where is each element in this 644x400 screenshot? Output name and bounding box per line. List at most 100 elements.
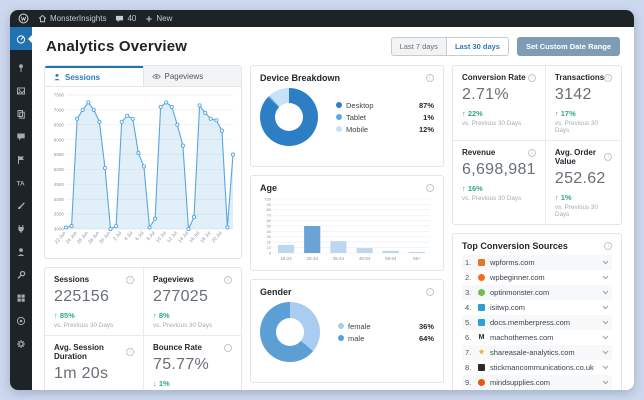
svg-text:4 Jul: 4 Jul bbox=[123, 230, 134, 242]
svg-text:TA: TA bbox=[17, 180, 25, 187]
source-row-isitwp.com[interactable]: 4. isitwp.com bbox=[462, 300, 612, 315]
chevron-down-icon[interactable] bbox=[602, 380, 609, 385]
last-7-days-button[interactable]: Last 7 days bbox=[391, 38, 446, 55]
legend-item-male: male 64% bbox=[338, 334, 434, 343]
info-icon[interactable]: i bbox=[426, 74, 434, 82]
sidebar-item-feedback[interactable] bbox=[10, 148, 32, 171]
sidebar-item-media[interactable] bbox=[10, 79, 32, 102]
legend-value: 87% bbox=[418, 100, 434, 110]
sidebar-item-settings[interactable] bbox=[10, 286, 32, 309]
info-icon[interactable]: i bbox=[426, 184, 434, 192]
stat-subtext: vs. Previous 30 Days bbox=[153, 322, 213, 329]
tab-sessions[interactable]: Sessions bbox=[45, 66, 143, 86]
chevron-down-icon[interactable] bbox=[602, 305, 609, 310]
feedback-icon bbox=[18, 155, 24, 164]
page-header: Analytics Overview Last 7 days Last 30 d… bbox=[46, 37, 620, 56]
info-icon[interactable]: i bbox=[224, 343, 232, 352]
dashboard-grid: Sessions Pageviews 3000 3500 4000 4500 5000 5… bbox=[44, 65, 623, 390]
chevron-down-icon[interactable] bbox=[602, 320, 609, 325]
device-breakdown-title: Device Breakdown bbox=[260, 73, 341, 83]
source-row-optinmonster.com[interactable]: 3. optinmonster.com bbox=[462, 285, 613, 300]
info-icon[interactable]: i bbox=[224, 275, 232, 284]
source-row-docs.memberpress.com[interactable]: 5. docs.memberpress.com bbox=[462, 315, 613, 330]
sidebar-item-users[interactable] bbox=[10, 240, 32, 263]
sidebar-item-comments[interactable] bbox=[10, 125, 32, 148]
sidebar-item-appearance[interactable] bbox=[10, 194, 32, 217]
last-30-days-button[interactable]: Last 30 days bbox=[445, 38, 508, 55]
info-icon[interactable]: i bbox=[604, 73, 613, 82]
chevron-down-icon[interactable] bbox=[602, 275, 609, 280]
site-menu[interactable]: MonsterInsights bbox=[38, 14, 106, 23]
svg-text:65+: 65+ bbox=[413, 256, 421, 261]
source-row-wpbeginner.com[interactable]: 2. wpbeginner.com bbox=[462, 270, 612, 285]
svg-text:55-64: 55-64 bbox=[385, 256, 397, 261]
sidebar-item-collapse[interactable] bbox=[10, 332, 32, 355]
stat-value: 225156 bbox=[54, 288, 110, 305]
source-row-stickmancommunications.co.uk[interactable]: 8. stickmancommunications.co.uk bbox=[462, 360, 612, 375]
desktop-background: { "admin_bar": { "site_name": "MonsterIn… bbox=[0, 0, 644, 400]
info-icon[interactable]: i bbox=[426, 288, 434, 296]
stat-value: 3142 bbox=[554, 86, 592, 103]
info-icon[interactable]: i bbox=[126, 348, 134, 356]
site-favicon bbox=[478, 304, 485, 311]
sidebar-item-monsterinsights[interactable] bbox=[10, 309, 32, 332]
person-icon bbox=[54, 73, 60, 81]
info-icon[interactable]: i bbox=[126, 275, 134, 284]
sidebar-item-tools[interactable] bbox=[10, 263, 32, 286]
chevron-down-icon[interactable] bbox=[602, 335, 609, 340]
stat-subtext: vs. Previous 30 Days bbox=[554, 120, 598, 134]
legend-value: 64% bbox=[418, 333, 434, 343]
stat-title: Bounce Rate bbox=[153, 343, 202, 352]
source-rank: 7. bbox=[465, 348, 472, 357]
svg-text:6000: 6000 bbox=[54, 137, 65, 142]
info-icon[interactable]: i bbox=[604, 153, 613, 161]
legend-label: Mobile bbox=[346, 124, 369, 134]
sessions-chart-card: Sessions Pageviews 3000 3500 4000 4500 5000 5… bbox=[44, 65, 242, 259]
source-rank: 9. bbox=[465, 378, 472, 387]
source-row-shareasale-analytics.com[interactable]: 7. ★ shareasale-analytics.com bbox=[462, 345, 613, 360]
chevron-down-icon[interactable] bbox=[602, 365, 609, 370]
comment-bubble-icon bbox=[116, 15, 124, 22]
sidebar-item-plugins[interactable] bbox=[10, 217, 32, 240]
legend-item-female: female 36% bbox=[338, 322, 434, 331]
source-rank: 3. bbox=[465, 288, 472, 297]
chevron-down-icon[interactable] bbox=[602, 260, 609, 265]
svg-text:40: 40 bbox=[267, 229, 272, 234]
gender-legend: female 36% male 64% bbox=[338, 319, 434, 346]
svg-text:7500: 7500 bbox=[54, 93, 65, 98]
source-row-wpforms.com[interactable]: 1. wpforms.com bbox=[462, 255, 613, 270]
svg-text:20 Jul: 20 Jul bbox=[211, 230, 224, 244]
stat-title: Pageviews bbox=[153, 275, 194, 284]
source-domain: stickmancommunications.co.uk bbox=[490, 363, 594, 372]
source-row-mindsupplies.com[interactable]: 9. mindsupplies.com bbox=[462, 375, 613, 390]
svg-text:0: 0 bbox=[269, 250, 272, 255]
sidebar-item-typography[interactable]: TA bbox=[10, 171, 32, 194]
info-icon[interactable]: i bbox=[527, 73, 536, 82]
legend-dot bbox=[336, 126, 342, 132]
comments-menu[interactable]: 40 bbox=[115, 14, 136, 23]
info-icon[interactable]: i bbox=[527, 148, 536, 157]
typography-icon: TA bbox=[17, 180, 25, 187]
legend-label: Desktop bbox=[346, 100, 374, 110]
info-icon[interactable]: i bbox=[604, 242, 613, 250]
site-name: MonsterInsights bbox=[50, 14, 107, 23]
sidebar-item-dashboard[interactable] bbox=[10, 27, 32, 50]
set-custom-date-range-button[interactable]: Set Custom Date Range bbox=[516, 37, 620, 56]
sidebar-item-pages[interactable] bbox=[10, 102, 32, 125]
column-right: Conversion Rate i 2.71% ↑ 22% vs. Previous 3… bbox=[452, 65, 623, 390]
eye-icon bbox=[151, 73, 161, 79]
chevron-down-icon[interactable] bbox=[602, 290, 609, 295]
new-content-menu[interactable]: New bbox=[145, 14, 172, 23]
legend-label: Tablet bbox=[346, 112, 367, 122]
sidebar-item-posts[interactable] bbox=[10, 56, 32, 79]
wordpress-logo-icon[interactable] bbox=[18, 13, 29, 24]
tab-pageviews[interactable]: Pageviews bbox=[142, 66, 241, 86]
svg-text:70: 70 bbox=[267, 213, 272, 218]
stat-title: Avg. Order Value bbox=[554, 148, 596, 166]
site-favicon bbox=[478, 319, 485, 326]
source-domain: wpforms.com bbox=[490, 258, 535, 267]
chevron-down-icon[interactable] bbox=[602, 350, 609, 355]
media-icon bbox=[17, 87, 25, 94]
source-row-machothemes.com[interactable]: 6. Mmachothemes.com bbox=[462, 330, 612, 345]
svg-text:90: 90 bbox=[267, 202, 272, 207]
